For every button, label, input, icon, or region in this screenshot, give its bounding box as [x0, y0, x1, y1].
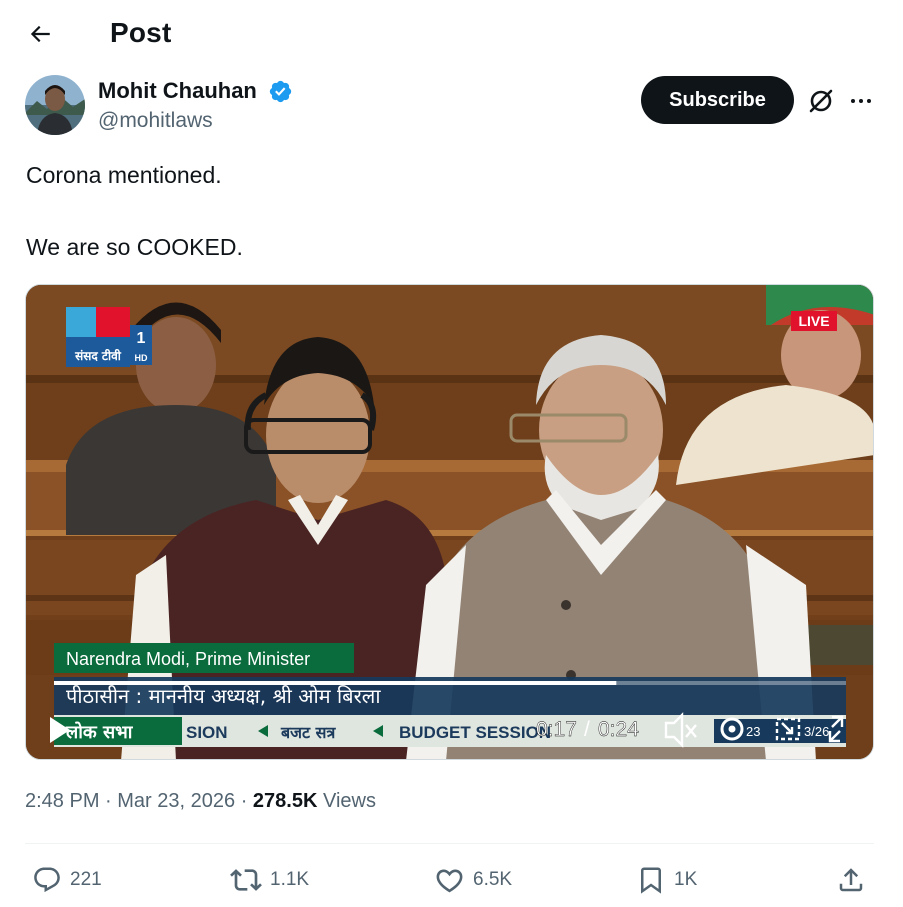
repost-count: 1.1K	[270, 869, 310, 890]
chair-caption: पीठासीन : माननीय अध्यक्ष, श्री ओम बिरला	[66, 684, 381, 708]
author-handle[interactable]: @mohitlaws	[98, 109, 213, 133]
more-options-button[interactable]	[843, 83, 879, 119]
reply-button[interactable]: 221	[32, 862, 102, 898]
avatar[interactable]	[25, 75, 85, 135]
repost-button[interactable]: 1.1K	[230, 862, 309, 898]
time-total: 0:24	[598, 718, 639, 741]
ticker-item-2: बजट सत्र	[280, 723, 336, 742]
share-button[interactable]	[836, 862, 866, 898]
time-separator: /	[584, 718, 590, 741]
subscribe-button[interactable]: Subscribe	[641, 76, 794, 124]
ticker-date-fragment-2: 3/26	[804, 724, 829, 739]
like-count: 6.5K	[473, 869, 513, 890]
author-name[interactable]: Mohit Chauhan	[98, 78, 257, 104]
channel-name: संसद टीवी	[74, 349, 122, 363]
verified-badge-icon	[268, 79, 293, 104]
repost-icon	[230, 869, 262, 891]
post-date[interactable]: Mar 23, 2026	[117, 790, 235, 812]
reply-count: 221	[70, 869, 102, 890]
tweet-text-line-1: Corona mentioned.	[26, 162, 222, 188]
grok-icon	[809, 89, 833, 113]
channel-number: 1	[137, 330, 146, 347]
divider	[25, 843, 874, 844]
channel-hd: HD	[135, 353, 148, 363]
speaker-caption: Narendra Modi, Prime Minister	[66, 649, 310, 669]
views-label: Views	[322, 790, 376, 812]
meta-separator: ·	[105, 790, 118, 812]
like-button[interactable]: 6.5K	[434, 862, 512, 898]
ticker-date-fragment: 23	[746, 724, 760, 739]
post-meta: 2:48 PM · Mar 23, 2026 · 278.5K Views	[25, 790, 376, 813]
meta-separator: ·	[240, 790, 253, 812]
top-bar: Post	[0, 0, 903, 68]
ticker-lok-sabha: लोक सभा	[65, 721, 134, 743]
back-button[interactable]	[22, 16, 58, 52]
bookmark-icon	[641, 867, 661, 894]
bookmark-button[interactable]: 1K	[636, 862, 697, 898]
video-player[interactable]: संसद टीवी 1 HD LIVE Narendra Modi, Prime…	[25, 284, 874, 760]
reply-icon	[34, 867, 60, 893]
time-current: 0:17	[536, 718, 577, 741]
more-dots-icon	[851, 99, 871, 103]
views-count: 278.5K	[252, 790, 318, 812]
bookmark-count: 1K	[674, 869, 698, 890]
live-label: LIVE	[798, 313, 829, 329]
ticker-item-3: BUDGET SESSION	[399, 723, 551, 742]
heart-icon	[436, 869, 463, 892]
ticker-item-1: SION	[186, 723, 228, 742]
page-title: Post	[110, 17, 172, 48]
grok-button[interactable]	[803, 83, 839, 119]
share-icon	[839, 868, 863, 892]
post-time[interactable]: 2:48 PM	[25, 790, 99, 812]
progress-fill	[54, 681, 617, 685]
back-arrow-icon	[30, 25, 50, 43]
tweet-text-line-2: We are so COOKED.	[26, 234, 243, 260]
